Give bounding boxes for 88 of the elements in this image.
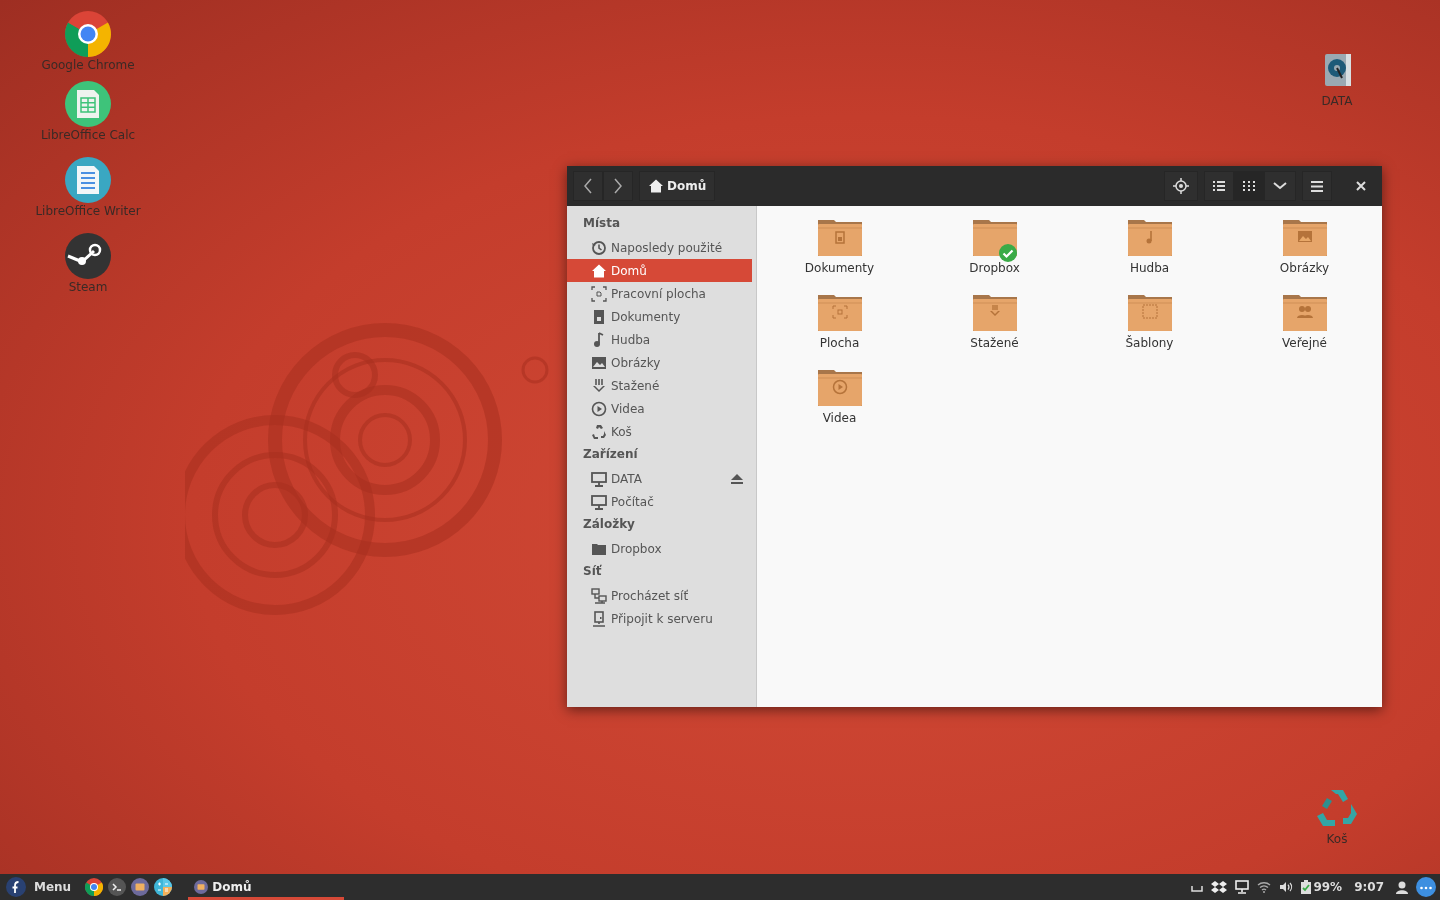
list-view-button[interactable] [1204,171,1234,201]
menu-icon [1311,180,1323,192]
close-icon [1356,181,1366,191]
chevron-down-icon [1273,182,1287,190]
file-name[interactable]: Obrázky [1279,261,1330,275]
fedora-logo-icon [6,877,26,897]
notifications-button[interactable] [1416,877,1436,897]
document-icon [591,308,607,325]
clock-icon [591,239,607,256]
sidebar-item[interactable]: Domů [567,259,752,282]
sidebar-item[interactable]: Stažené [567,374,752,397]
home-icon [648,178,664,194]
chrome-logo-icon [85,878,104,896]
file-name[interactable]: Dokumenty [804,261,875,275]
folder-icon[interactable] [1280,293,1329,333]
launcher-button[interactable] [108,878,127,896]
location-button[interactable]: Domů [639,171,716,201]
menu-button[interactable]: Menu [4,877,78,897]
menu-button[interactable] [1302,171,1332,201]
steam-logo-icon[interactable] [64,232,112,280]
sidebar-item[interactable]: DATA [567,467,752,490]
home-icon [591,262,607,279]
folder-icon[interactable] [815,368,864,408]
download-icon [591,377,607,394]
folder-icon [194,880,209,894]
folder-icon [131,878,150,896]
folder-icon[interactable] [815,293,864,333]
recycle-icon [591,423,607,440]
launcher-button[interactable] [85,878,104,896]
chrome-logo-icon[interactable] [64,10,112,58]
server-icon [591,610,607,627]
monitor-icon[interactable] [1235,880,1250,894]
grid-view-button[interactable] [1234,171,1264,201]
back-button[interactable] [573,171,603,201]
folder-icon[interactable] [815,218,864,258]
file-name[interactable]: Veřejné [1281,336,1327,350]
wifi-icon[interactable] [1257,881,1272,893]
sidebar-item[interactable]: Naposledy použité [567,236,752,259]
terminal-icon [108,878,127,896]
folder-icon[interactable] [970,293,1019,333]
sidebar-item[interactable]: Hudba [567,328,752,351]
folder-icon[interactable] [1280,218,1329,258]
file-name[interactable]: Hudba [1129,261,1170,275]
sidebar-item[interactable]: Procházet síť [567,584,752,607]
sidebar-item[interactable]: Videa [567,397,752,420]
file-name[interactable]: Plocha [819,336,860,350]
sidebar-item[interactable]: Dropbox [567,537,752,560]
file-name[interactable]: Dropbox [969,261,1020,275]
folder-icon[interactable] [1125,218,1174,258]
speaker-icon[interactable] [1279,881,1294,893]
calculator-icon [154,878,173,896]
battery-indicator[interactable]: 99% [1301,880,1343,894]
dashed-frame-icon [591,285,607,302]
folder-icon[interactable] [1125,293,1174,333]
launcher-button[interactable] [131,878,150,896]
sidebar-section-heading: Zařízení [582,446,639,463]
sidebar-item[interactable]: Pracovní plocha [567,282,752,305]
dropbox-icon[interactable] [1211,880,1228,894]
picture-icon [591,354,607,371]
sidebar-item[interactable]: Počítač [567,490,752,513]
sidebar-section-heading: Místa [582,215,622,232]
list-icon [1213,180,1225,192]
eject-button[interactable] [730,472,744,485]
locate-button[interactable] [1164,171,1198,201]
play-circle-icon [591,400,607,417]
file-name[interactable]: Šablony [1125,336,1174,350]
monitor-icon [591,493,607,510]
view-options-button[interactable] [1264,171,1296,201]
network-icon [591,587,607,604]
user-icon[interactable] [1396,880,1408,894]
clock[interactable]: 9:07 [1354,880,1384,894]
sidebar-section-heading: Síť [582,563,603,580]
locate-icon [1173,178,1189,194]
launcher-button[interactable] [154,878,173,896]
spreadsheet-icon[interactable] [64,80,112,128]
monitor-icon [591,470,607,487]
grid-icon [1243,180,1255,192]
file-name[interactable]: Videa [822,411,857,425]
file-name[interactable]: Stažené [970,336,1019,350]
sidebar-section-heading: Záložky [582,516,636,533]
sidebar-item[interactable]: Připojit k serveru [567,607,752,630]
battery-icon [1301,880,1312,894]
text-document-icon[interactable] [64,156,112,204]
forward-button[interactable] [603,171,633,201]
sidebar-item[interactable]: Koš [567,420,752,443]
sidebar-item[interactable]: Dokumenty [567,305,752,328]
sidebar-item[interactable]: Obrázky [567,351,752,374]
taskbar-window-button[interactable]: Domů [188,874,345,900]
